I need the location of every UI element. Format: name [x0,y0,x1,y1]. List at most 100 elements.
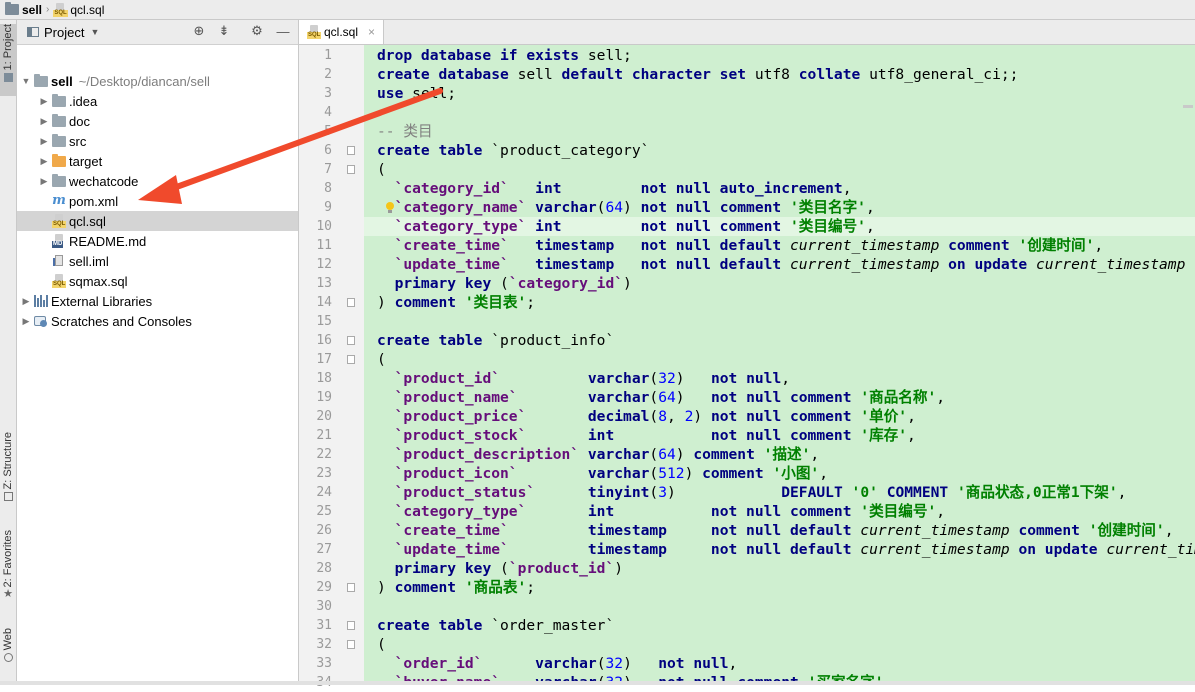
code-token: , [842,180,852,197]
gear-icon[interactable]: ⚙ [249,23,265,39]
tree-item-doc[interactable]: ▶ doc [17,111,298,131]
tree-item-external-libraries[interactable]: ▶ External Libraries [17,291,298,311]
breadcrumb-file-label: qcl.sql [70,2,105,17]
tree-item-idea[interactable]: ▶ .idea [17,91,298,111]
code-token: '商品名称' [860,389,937,406]
chevron-right-icon[interactable]: ▶ [39,156,49,167]
hide-panel-icon[interactable]: — [275,23,291,39]
tab-structure-tool[interactable]: Z: Structure [0,432,16,512]
code-token: ) [675,370,711,387]
code-line: `create_time` timestamp not null default… [377,236,1104,255]
tab-favorites-tool[interactable]: 2: Favorites ★ [0,530,16,614]
code-line: ) comment '类目表'; [377,293,535,312]
code-token: current_timestamp [789,256,949,273]
code-line: ) comment '商品表'; [377,578,535,597]
tree-item-qcl-sql[interactable]: qcl.sql [17,211,298,231]
code-token: int [526,218,562,235]
code-token: `category_name` [394,199,527,216]
chevron-right-icon[interactable]: ▶ [39,176,49,187]
fold-marker-icon[interactable] [347,165,355,174]
code-line: create table `order_master` [377,616,614,635]
code-token: ) [377,579,395,596]
code-token: not null [658,655,729,672]
code-token: not null comment [710,408,861,425]
code-token: `product_description` [394,446,580,463]
fold-marker-icon[interactable] [347,336,355,345]
locate-file-icon[interactable]: ⊕ [191,23,207,39]
tree-item-scratches-and-consoles[interactable]: ▶ Scratches and Consoles [17,311,298,331]
code-token: ( [649,408,659,425]
tab-project-tool[interactable]: 1: Project [0,24,16,96]
tree-item-src[interactable]: ▶ src [17,131,298,151]
star-icon: ★ [3,588,13,601]
fold-marker-icon[interactable] [347,298,355,307]
tree-item-pom-xml[interactable]: m pom.xml [17,191,298,211]
code-token: tinyint [587,484,650,501]
tree-item-wechatcode[interactable]: ▶ wechatcode [17,171,298,191]
chevron-right-icon[interactable]: ▶ [39,96,49,107]
collapse-all-icon[interactable]: ⇟ [216,23,232,39]
code-token: 3 [658,484,667,501]
code-token: `product_price` [394,408,527,425]
line-number: 24 [316,485,332,500]
code-line: ( [377,350,386,369]
project-view-selector[interactable]: Project [44,25,84,40]
chevron-right-icon[interactable]: ▶ [21,316,31,327]
chevron-down-icon[interactable]: ▼ [90,27,99,37]
tree-item-label: sell.iml [69,253,109,269]
code-token: ) [693,408,711,425]
line-number: 21 [316,428,332,443]
lightbulb-icon[interactable] [386,202,394,213]
code-token: '单价' [860,408,908,425]
chevron-down-icon[interactable]: ▼ [21,76,31,86]
code-token: collate [798,66,870,83]
code-token: ) [675,446,694,463]
fold-marker-icon[interactable] [347,146,355,155]
code-token: , [865,218,875,235]
iml-icon [52,254,66,268]
close-icon[interactable]: × [368,25,375,39]
code-token: ( [649,370,659,387]
code-token: `update_time` [394,541,509,558]
fold-marker-icon[interactable] [347,640,355,649]
breadcrumb-project-label: sell [22,2,43,17]
fold-marker-icon[interactable] [347,583,355,592]
tab-web-tool[interactable]: Web [0,628,16,684]
project-tool-label: 1: Project [2,24,14,71]
breadcrumb-project[interactable]: sell [5,2,43,17]
tab-qcl-sql[interactable]: qcl.sql × [299,20,385,44]
chevron-right-icon[interactable]: ▶ [39,136,49,147]
sql-file-icon [307,25,322,39]
structure-tool-label: Z: Structure [2,432,14,490]
tree-item-readme-md[interactable]: README.md [17,231,298,251]
code-line: primary key (`category_id`) [377,274,632,293]
tree-item-sell[interactable]: ▼ sell ~/Desktop/diancan/sell [17,71,298,91]
code-token: comment [394,294,465,311]
fold-marker-icon[interactable] [347,355,355,364]
code-token: , [819,465,828,482]
fold-marker-icon[interactable] [347,621,355,630]
chevron-right-icon[interactable]: ▶ [39,116,49,127]
navigation-breadcrumb: sell › qcl.sql [0,0,1195,20]
code-token: '类目名字' [790,199,866,216]
tree-item-target[interactable]: ▶ target [17,151,298,171]
code-token: 512 [658,465,685,482]
code-line: `update_time` timestamp not null default… [377,540,1195,559]
tree-item-sqmax-sql[interactable]: sqmax.sql [17,271,298,291]
code-token: 32 [605,655,624,672]
chevron-right-icon[interactable]: ▶ [21,296,31,307]
code-token: not null default [640,237,790,254]
tree-item-label: qcl.sql [69,213,106,229]
sql-file-icon [52,274,67,288]
code-token: `category_type` [394,503,527,520]
tree-item-sell-iml[interactable]: sell.iml [17,251,298,271]
breadcrumb-file[interactable]: qcl.sql [53,2,105,17]
code-token: utf8_general_ci;; [869,66,1019,83]
code-token: ) [667,484,782,501]
code-line: `product_id` varchar(32) not null, [377,369,790,388]
code-text-area[interactable]: ▬ drop database if exists sell; create da… [364,45,1195,685]
